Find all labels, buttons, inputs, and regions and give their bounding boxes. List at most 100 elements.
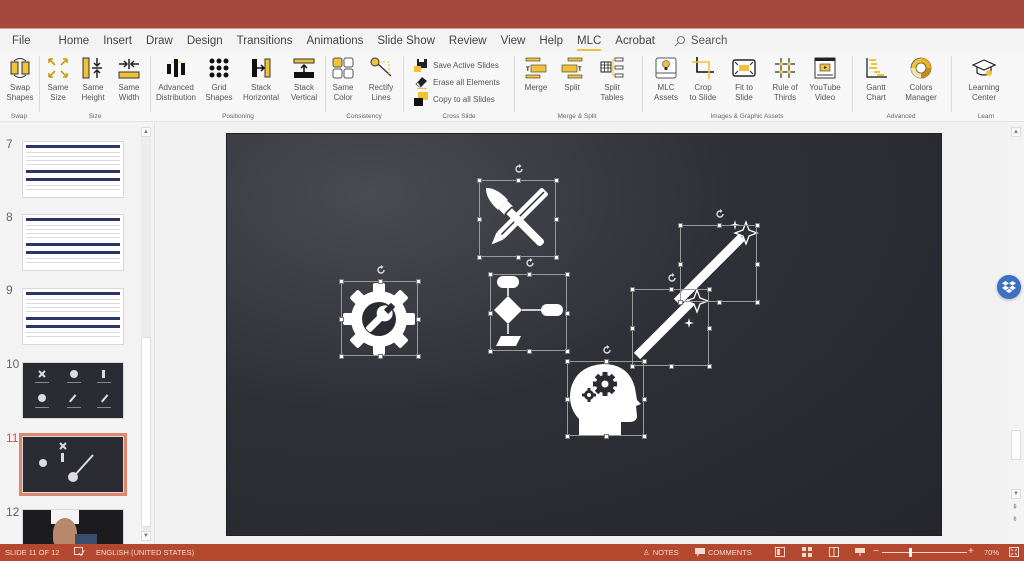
resize-handle[interactable]	[339, 354, 344, 359]
slide-thumbnail-11[interactable]	[19, 433, 127, 496]
resize-handle[interactable]	[755, 223, 760, 228]
rotate-handle-icon[interactable]	[376, 265, 386, 275]
rectify-lines-button[interactable]: Rectify Lines	[364, 55, 398, 103]
zoom-out-button[interactable]: −	[873, 546, 879, 557]
colors-manager-button[interactable]: Colors Manager	[901, 55, 941, 103]
tab-animations[interactable]: Animations	[299, 35, 370, 47]
tab-draw[interactable]: Draw	[139, 35, 180, 47]
next-slide-button[interactable]: ⇟	[1012, 515, 1018, 523]
resize-handle[interactable]	[488, 272, 493, 277]
notes-button[interactable]: ♙ NOTES	[643, 548, 679, 557]
rule-of-thirds-button[interactable]: Rule of Thirds	[769, 55, 801, 103]
rotate-handle-icon[interactable]	[602, 345, 612, 355]
tab-file[interactable]: File	[0, 35, 38, 47]
resize-handle[interactable]	[416, 354, 421, 359]
stack-vertical-button[interactable]: Stack Vertical	[287, 55, 321, 103]
zoom-in-button[interactable]: +	[968, 546, 974, 557]
resize-handle[interactable]	[707, 325, 712, 331]
split-button[interactable]: T Split	[557, 55, 587, 93]
tab-acrobat[interactable]: Acrobat	[608, 35, 662, 47]
reading-view-button[interactable]	[829, 547, 839, 557]
resize-handle[interactable]	[515, 255, 521, 260]
editor-scrollbar[interactable]: ▲ ▼ ⇞ ⇟	[1008, 123, 1024, 544]
tab-design[interactable]: Design	[180, 35, 230, 47]
learning-center-button[interactable]: Learning Center	[964, 55, 1004, 103]
tab-transitions[interactable]: Transitions	[230, 35, 300, 47]
slideshow-button[interactable]	[855, 547, 865, 557]
resize-handle[interactable]	[554, 255, 559, 260]
split-tables-button[interactable]: Split Tables	[595, 55, 629, 103]
resize-handle[interactable]	[565, 434, 570, 439]
resize-handle[interactable]	[565, 310, 570, 316]
same-color-button[interactable]: Same Color	[328, 55, 358, 103]
erase-all-elements-button[interactable]: Erase all Elements	[414, 75, 500, 89]
same-width-button[interactable]: Same Width	[114, 55, 144, 103]
zoom-level[interactable]: 70%	[984, 548, 999, 557]
resize-handle[interactable]	[755, 261, 760, 267]
editor-scroll-thumb[interactable]	[1011, 430, 1021, 460]
merge-button[interactable]: T Merge	[521, 55, 551, 93]
resize-handle[interactable]	[716, 223, 722, 228]
resize-handle[interactable]	[630, 287, 635, 292]
resize-handle[interactable]	[477, 216, 482, 222]
previous-slide-button[interactable]: ⇞	[1012, 503, 1018, 511]
gantt-chart-button[interactable]: Gantt Chart	[861, 55, 891, 103]
resize-handle[interactable]	[416, 279, 421, 284]
copy-to-all-slides-button[interactable]: Copy to all Slides	[414, 92, 495, 106]
slide-thumbnail-8[interactable]	[22, 214, 124, 271]
resize-handle[interactable]	[515, 178, 521, 183]
resize-handle[interactable]	[630, 325, 635, 331]
resize-handle[interactable]	[488, 349, 493, 354]
resize-handle[interactable]	[339, 316, 344, 322]
stack-horizontal-button[interactable]: Stack Horizontal	[239, 55, 283, 103]
rotate-handle-icon[interactable]	[514, 164, 524, 174]
tab-insert[interactable]: Insert	[96, 35, 139, 47]
slide-canvas[interactable]	[226, 133, 942, 536]
search-box[interactable]: Search	[674, 35, 727, 47]
rotate-handle-icon[interactable]	[525, 258, 535, 268]
mlc-assets-button[interactable]: MLC Assets	[651, 55, 681, 103]
fit-window-button[interactable]	[1009, 547, 1019, 557]
slide-thumbnail-12[interactable]	[22, 509, 124, 544]
scroll-down-button[interactable]: ▼	[141, 531, 151, 541]
slide-sorter-button[interactable]	[802, 547, 812, 557]
resize-handle[interactable]	[668, 364, 674, 369]
tab-mlc[interactable]: MLC	[570, 35, 608, 51]
resize-handle[interactable]	[678, 223, 683, 228]
resize-handle[interactable]	[377, 279, 383, 284]
head-gears-selection[interactable]	[565, 345, 647, 439]
crop-to-slide-button[interactable]: Crop to Slide	[687, 55, 719, 103]
resize-handle[interactable]	[565, 396, 570, 402]
grid-shapes-button[interactable]: Grid Shapes	[203, 55, 235, 103]
magic-wand-lower-selection[interactable]	[630, 273, 712, 369]
resize-handle[interactable]	[416, 316, 421, 322]
tab-review[interactable]: Review	[442, 35, 494, 47]
gear-wrench-selection[interactable]	[339, 265, 421, 359]
flowchart-selection[interactable]	[488, 258, 570, 354]
resize-handle[interactable]	[488, 310, 493, 316]
dropbox-button[interactable]	[997, 275, 1021, 299]
resize-handle[interactable]	[642, 359, 647, 364]
resize-handle[interactable]	[603, 434, 609, 439]
resize-handle[interactable]	[554, 216, 559, 222]
slide-thumbnail-9[interactable]	[22, 288, 124, 345]
pencil-brush-selection[interactable]	[477, 164, 559, 260]
resize-handle[interactable]	[554, 178, 559, 183]
normal-view-button[interactable]	[775, 547, 785, 557]
resize-handle[interactable]	[477, 178, 482, 183]
resize-handle[interactable]	[678, 261, 683, 267]
tab-view[interactable]: View	[494, 35, 533, 47]
resize-handle[interactable]	[565, 349, 570, 354]
same-height-button[interactable]: Same Height	[78, 55, 108, 103]
rotate-handle-icon[interactable]	[667, 273, 677, 283]
resize-handle[interactable]	[755, 300, 760, 305]
rotate-handle-icon[interactable]	[715, 209, 725, 219]
slide-thumbnail-10[interactable]	[22, 362, 124, 419]
tab-slide-show[interactable]: Slide Show	[370, 35, 442, 47]
editor-scroll-down[interactable]: ▼	[1011, 489, 1021, 499]
scroll-up-button[interactable]: ▲	[141, 127, 151, 137]
zoom-slider-thumb[interactable]	[909, 548, 913, 557]
spell-check-icon[interactable]	[74, 547, 85, 557]
resize-handle[interactable]	[526, 272, 532, 277]
resize-handle[interactable]	[339, 279, 344, 284]
